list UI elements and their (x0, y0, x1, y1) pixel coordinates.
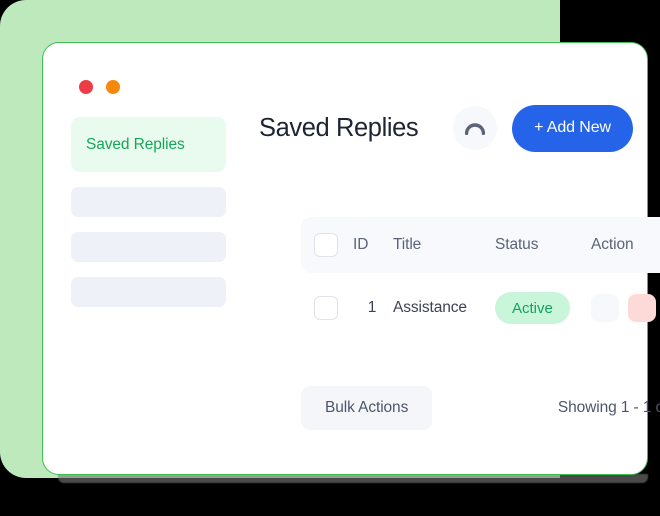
column-header-status[interactable]: Status (495, 236, 591, 254)
sidebar-item-label: Saved Replies (86, 135, 185, 153)
arc-refresh-icon (464, 121, 486, 135)
screenshot-stage: Saved Replies Saved Replies + Add New ID… (0, 0, 660, 516)
sidebar-placeholder-1[interactable] (71, 187, 226, 217)
table-footer: Bulk Actions Showing 1 - 1 of 1 (301, 386, 660, 430)
delete-row-button[interactable] (628, 294, 656, 322)
row-action-cell (591, 294, 660, 322)
card-drop-shadow (58, 474, 648, 483)
sidebar-placeholder-3[interactable] (71, 277, 226, 307)
minimize-dot-icon[interactable] (106, 80, 120, 94)
pagination-summary: Showing 1 - 1 of 1 (557, 399, 660, 416)
select-all-checkbox[interactable] (314, 233, 338, 257)
page-header: Saved Replies + Add New (259, 101, 633, 155)
sidebar-placeholder-2[interactable] (71, 232, 226, 262)
bulk-actions-button[interactable]: Bulk Actions (301, 386, 433, 430)
main-content: Saved Replies + Add New ID Title Status … (259, 43, 660, 474)
page-title: Saved Replies (259, 113, 419, 142)
app-window-card: Saved Replies Saved Replies + Add New ID… (42, 42, 660, 475)
close-dot-icon[interactable] (79, 80, 93, 94)
row-title: Assistance (393, 299, 467, 316)
row-id: 1 (367, 299, 377, 316)
edit-row-button[interactable] (591, 294, 619, 322)
sidebar: Saved Replies (71, 117, 226, 307)
table-header-row: ID Title Status Action (301, 217, 660, 273)
window-controls (79, 80, 120, 94)
row-checkbox[interactable] (314, 296, 338, 320)
add-new-button[interactable]: + Add New (512, 104, 633, 152)
column-header-id[interactable]: ID (351, 236, 393, 254)
column-header-action: Action (591, 236, 634, 253)
refresh-button[interactable] (453, 106, 498, 150)
row-select-cell (301, 296, 351, 320)
table-row: 1 Assistance Active (301, 281, 660, 335)
row-status-cell: Active (495, 292, 591, 324)
status-badge: Active (495, 292, 570, 324)
select-all-cell (301, 233, 351, 257)
column-header-title[interactable]: Title (393, 236, 495, 254)
sidebar-item-saved-replies[interactable]: Saved Replies (71, 117, 226, 172)
